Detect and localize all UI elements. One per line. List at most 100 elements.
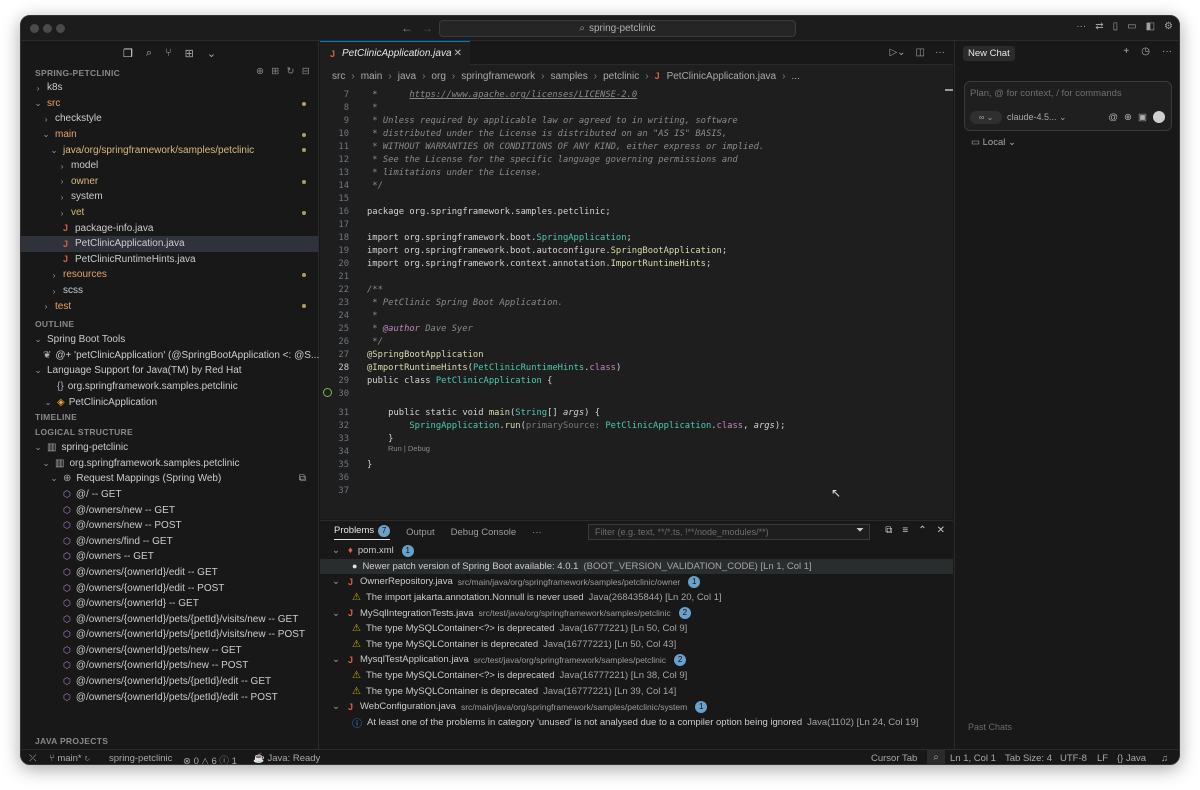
breadcrumb-item[interactable]: springframework xyxy=(461,71,535,82)
search-icon[interactable]: ⌕ xyxy=(146,47,152,60)
remote-icon[interactable]: ⤫ xyxy=(29,753,37,764)
request-mapping-item[interactable]: ⬡ @/owners/{ownerId}/pets/{petId}/visits/… xyxy=(21,627,318,643)
folder-item[interactable]: ⌄ src xyxy=(21,96,318,112)
problem-item[interactable]: ⚠ The type MySQLContainer<?> is deprecate… xyxy=(320,668,953,684)
request-mapping-item[interactable]: ⬡ @/owners/find -- GET xyxy=(21,533,318,549)
request-mapping-item[interactable]: ⬡ @/owners/new -- POST xyxy=(21,518,318,534)
close-panel-icon[interactable]: ✕ xyxy=(937,525,945,536)
request-mapping-item[interactable]: ⬡ @/owners/{ownerId} -- GET xyxy=(21,596,318,612)
history-icon[interactable]: ◷ xyxy=(1141,46,1150,57)
minimize-window-button[interactable] xyxy=(43,24,52,33)
logical-item[interactable]: ⌄ ▥ org.springframework.samples.petclinic xyxy=(21,455,318,471)
microphone-icon[interactable] xyxy=(1153,111,1165,123)
breadcrumb-item[interactable]: ... xyxy=(791,71,799,82)
outline-section-header[interactable]: OUTLINE xyxy=(21,317,318,332)
problems-counter[interactable]: ⊗ 0 △ 6 ⓘ 1 xyxy=(183,753,237,764)
copy-icon[interactable]: ⧉ xyxy=(885,525,892,536)
chevron-down-icon[interactable]: ⌄ xyxy=(207,47,216,60)
problem-file-group[interactable]: ⌄ J WebConfiguration.java src/main/java/org… xyxy=(320,699,953,715)
view-as-tree-icon[interactable]: ≡ xyxy=(902,525,908,536)
logical-structure-section-header[interactable]: LOGICAL STRUCTURE xyxy=(21,425,318,440)
logical-item[interactable]: ⌄ ▥ spring-petclinic xyxy=(21,440,318,456)
tab-problems[interactable]: Problems 7 xyxy=(334,524,391,540)
toggle-sidebar-icon[interactable]: ▯ xyxy=(1113,21,1119,32)
problem-file-group[interactable]: ⌄ J OwnerRepository.java src/main/java/org/… xyxy=(320,574,953,590)
request-mapping-item[interactable]: ⬡ @/owners/{ownerId}/edit -- GET xyxy=(21,565,318,581)
request-mapping-item[interactable]: ⬡ @/owners/{ownerId}/pets/new -- POST xyxy=(21,658,318,674)
request-mapping-item[interactable]: ⬡ @/owners/new -- GET xyxy=(21,502,318,518)
folder-item[interactable]: › owner xyxy=(21,174,318,190)
folder-item[interactable]: › vet xyxy=(21,205,318,221)
request-mapping-item[interactable]: ⬡ @/ -- GET xyxy=(21,487,318,503)
problem-item[interactable]: ⚠ The import jakarta.annotation.Nonnull i… xyxy=(320,590,953,606)
request-mapping-item[interactable]: ⬡ @/owners/{ownerId}/pets/new -- GET xyxy=(21,643,318,659)
zoom-icon[interactable]: ⌕ xyxy=(927,750,945,764)
timeline-section-header[interactable]: TIMELINE xyxy=(21,410,318,425)
agent-mode-toggle[interactable]: ∞ ⌄ xyxy=(970,111,1002,124)
extensions-icon[interactable]: ⊞ xyxy=(185,47,194,60)
cursor-tab-status[interactable]: Cursor Tab xyxy=(871,753,917,764)
source-control-icon[interactable]: ⑂ xyxy=(165,47,172,59)
code-view[interactable]: Run | Debug 7 * https://www.apache.org/l… xyxy=(320,87,953,519)
past-chats-link[interactable]: Past Chats xyxy=(968,722,1012,732)
breadcrumb-item[interactable]: src xyxy=(332,71,345,82)
request-mapping-item[interactable]: ⬡ @/owners/{ownerId}/pets/{petId}/edit --… xyxy=(21,674,318,690)
split-editor-icon[interactable]: ◫ xyxy=(916,47,925,58)
problem-file-group[interactable]: ⌄ ♦ pom.xml 1 xyxy=(320,543,953,559)
forward-arrow-icon[interactable]: → xyxy=(421,21,433,35)
folder-item[interactable]: › resources xyxy=(21,267,318,283)
maximize-panel-icon[interactable]: ⌃ xyxy=(918,525,926,536)
model-selector[interactable]: claude-4.5... ⌄ xyxy=(1007,112,1067,123)
run-icon[interactable]: ▷⌄ xyxy=(889,47,905,58)
close-tab-icon[interactable]: ✕ xyxy=(454,48,462,59)
local-selector[interactable]: ▭ Local ⌄ xyxy=(971,137,1016,148)
settings-gear-icon[interactable]: ⚙ xyxy=(1164,21,1173,32)
cursor-position[interactable]: Ln 1, Col 1 xyxy=(950,753,996,764)
folder-item[interactable]: › checkstyle xyxy=(21,111,318,127)
breadcrumb-item[interactable]: samples xyxy=(550,71,587,82)
problem-item[interactable]: ⚠ The type MySQLContainer is deprecated Ja… xyxy=(320,683,953,699)
outline-item[interactable]: ⌄ ◈ PetClinicApplication xyxy=(21,394,318,410)
toggle-panel-icon[interactable]: ▭ xyxy=(1127,21,1136,32)
tab-petclinic-application[interactable]: J PetClinicApplication.java ✕ xyxy=(320,41,470,65)
branch-indicator[interactable]: ⑂ main* ↻ xyxy=(49,753,90,764)
chat-more-icon[interactable]: ··· xyxy=(1162,46,1172,57)
breadcrumb-item[interactable]: main xyxy=(361,71,383,82)
outline-item[interactable]: ⌄ Spring Boot Tools xyxy=(21,332,318,348)
problem-item[interactable]: ⚠ The type MySQLContainer<?> is deprecate… xyxy=(320,621,953,637)
problem-file-group[interactable]: ⌄ J MySqlIntegrationTests.java src/test/jav… xyxy=(320,605,953,621)
request-mapping-item[interactable]: ⬡ @/owners -- GET xyxy=(21,549,318,565)
breadcrumb-item[interactable]: petclinic xyxy=(603,71,639,82)
end-of-line[interactable]: LF xyxy=(1097,753,1108,764)
sync-icon[interactable]: ⇄ xyxy=(1095,21,1103,32)
more-icon[interactable]: ··· xyxy=(1076,21,1086,32)
zoom-window-button[interactable] xyxy=(56,24,65,33)
folder-item[interactable]: › test xyxy=(21,298,318,314)
problem-item[interactable]: ⚠ The type MySQLContainer is deprecated Ja… xyxy=(320,637,953,653)
request-mapping-item[interactable]: ⬡ @/owners/{ownerId}/pets/{petId}/visits/… xyxy=(21,611,318,627)
breadcrumb-item[interactable]: org xyxy=(431,71,445,82)
new-file-icon[interactable]: ⊕ xyxy=(256,66,264,77)
new-chat-icon[interactable]: + xyxy=(1123,46,1129,57)
notifications-bell-icon[interactable]: ♫ xyxy=(1161,753,1168,764)
new-folder-icon[interactable]: ⊞ xyxy=(271,66,279,77)
open-external-icon[interactable]: ⧉ xyxy=(299,473,306,484)
outline-item[interactable]: {} org.springframework.samples.petclinic xyxy=(21,379,318,395)
folder-item[interactable]: › model xyxy=(21,158,318,174)
breadcrumb-item[interactable]: java xyxy=(398,71,416,82)
collapse-all-icon[interactable]: ⊟ xyxy=(302,66,310,77)
problems-filter-input[interactable]: Filter (e.g. text, **/*.ts, !**/node_mod… xyxy=(588,524,870,540)
request-mapping-item[interactable]: ⬡ @/owners/{ownerId}/pets/{petId}/edit --… xyxy=(21,689,318,705)
tab-output[interactable]: Output xyxy=(406,527,435,538)
back-arrow-icon[interactable]: ← xyxy=(401,21,413,35)
problem-item[interactable]: ⓘ At least one of the problems in categor… xyxy=(320,715,953,731)
file-item[interactable]: J PetClinicApplication.java xyxy=(21,235,318,252)
tab-debug-console[interactable]: Debug Console xyxy=(451,527,517,538)
extensions-icon[interactable]: ◧ xyxy=(1146,21,1155,32)
problem-file-group[interactable]: ⌄ J MysqlTestApplication.java src/test/java… xyxy=(320,652,953,668)
logical-item[interactable]: ⌄ ⊕ Request Mappings (Spring Web) ⧉ xyxy=(21,471,318,487)
folder-item[interactable]: › k8s xyxy=(21,80,318,96)
chat-tab-new[interactable]: New Chat xyxy=(963,46,1015,61)
folder-item[interactable]: ⌄ java/org/springframework/samples/petcli… xyxy=(21,142,318,158)
folder-item[interactable]: › scss xyxy=(21,283,318,299)
